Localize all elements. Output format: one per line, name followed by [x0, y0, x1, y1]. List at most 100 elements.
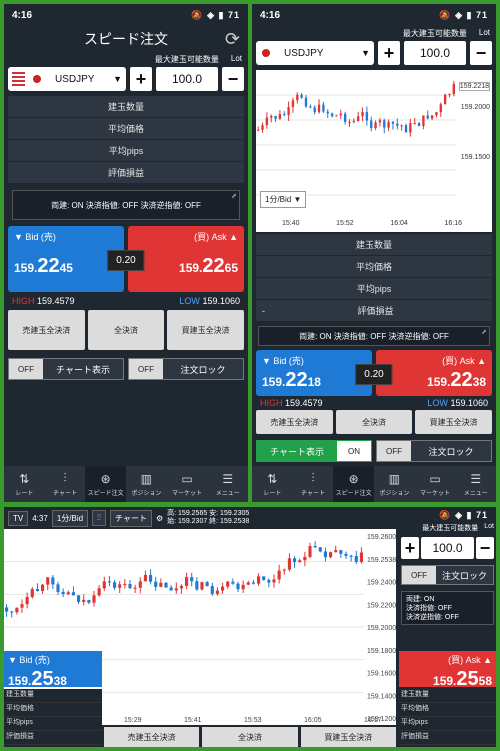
- settlement-notice[interactable]: 両建: ON 決済指値: OFF 決済逆指値: OFF: [401, 591, 494, 625]
- chart-display-toggle[interactable]: OFF チャート表示: [8, 358, 124, 380]
- nav-speed-order[interactable]: ⊛ スピード注文: [333, 466, 375, 502]
- period-select[interactable]: 1分/Bid ▼: [260, 191, 307, 208]
- order-lock-toggle[interactable]: OFF 注文ロック: [376, 440, 492, 462]
- order-lock-toggle[interactable]: OFF 注文ロック: [401, 565, 494, 585]
- order-lock-toggle[interactable]: OFF 注文ロック: [128, 358, 244, 380]
- candle-body: [200, 582, 204, 590]
- settle-sell-all-button[interactable]: 売建玉全決済: [8, 310, 85, 350]
- candle-type-icon[interactable]: ⫶⫶: [92, 510, 107, 526]
- candle-body: [179, 585, 183, 589]
- app-logo-icon[interactable]: TV: [8, 510, 29, 526]
- candle-body: [246, 582, 250, 585]
- candle-body: [164, 582, 168, 588]
- settle-all-button[interactable]: 全決済: [202, 727, 298, 747]
- info-row: 平均pips: [8, 140, 244, 162]
- nav-market[interactable]: ▭ マーケット: [415, 466, 456, 502]
- qty-label-row: 最大建玉可能数量 Lot: [4, 52, 248, 66]
- candle-body: [236, 583, 240, 590]
- refresh-icon[interactable]: ⟳: [225, 29, 240, 50]
- currency-pair-select[interactable]: USDJPY ▼: [8, 67, 126, 91]
- position-info-right: 建玉数量 平均価格 平均pips 評価損益: [399, 689, 496, 745]
- max-qty-label: 最大建玉可能数量: [402, 29, 467, 38]
- settle-sell-all-button[interactable]: 売建玉全決済: [256, 410, 333, 434]
- info-row: 建玉数量: [399, 689, 496, 703]
- qty-minus-button[interactable]: −: [476, 537, 494, 559]
- ask-buy-button[interactable]: (買) Ask ▲ 159.2265: [128, 226, 244, 292]
- nav-chart[interactable]: ⫶ チャート: [293, 466, 334, 502]
- candle-body: [439, 104, 442, 113]
- bid-sell-button[interactable]: ▼ Bid (売) 159.2538: [4, 651, 102, 690]
- candle-body: [25, 596, 29, 605]
- position-info-left: 建玉数量 平均価格 平均pips 評価損益: [4, 689, 102, 745]
- time-tick: 16:05: [304, 717, 322, 724]
- candlestick-chart[interactable]: 159.2218 159.2000 159.1500 1分/Bid ▼: [256, 70, 492, 220]
- settle-sell-all-button[interactable]: 売建玉全決済: [104, 727, 200, 747]
- qty-minus-button[interactable]: −: [470, 41, 492, 65]
- candle-body: [435, 112, 438, 116]
- ask-price: 159.2238: [427, 369, 486, 391]
- nav-rate[interactable]: ⇅ レート: [252, 466, 293, 502]
- chart-icon: ⫶: [63, 471, 67, 485]
- period-select[interactable]: 1分/Bid: [51, 509, 89, 527]
- qty-input[interactable]: 100.0: [404, 41, 466, 65]
- currency-pair-label: USDJPY: [284, 47, 324, 59]
- qty-minus-button[interactable]: −: [222, 67, 244, 91]
- settle-buy-all-button[interactable]: 買建玉全決済: [167, 310, 245, 350]
- ask-buy-button[interactable]: (買) Ask ▲ 159.2238: [376, 350, 492, 396]
- currency-pair-select[interactable]: USDJPY ▼: [256, 41, 374, 65]
- landscape-chart-panel: TV 4:37 1分/Bid ⫶⫶ チャート ⚙ 高: 159.2565 安: …: [4, 507, 496, 747]
- settlement-notice[interactable]: 両建: ON 決済指値: OFF 決済逆指値: OFF ⬈: [12, 190, 240, 220]
- qty-label-row: 最大建玉可能数量 Lot: [252, 26, 496, 40]
- status-bar: 4:16 🔕 ◈ ▮ 71: [252, 4, 496, 26]
- info-row: 建玉数量: [256, 234, 492, 256]
- settle-all-button[interactable]: 全決済: [335, 410, 413, 434]
- candle-body: [291, 100, 295, 108]
- candle-body: [343, 113, 347, 122]
- market-icon: ▭: [429, 471, 441, 486]
- settle-all-button[interactable]: 全決済: [87, 310, 165, 350]
- info-row: - 評価損益: [256, 300, 492, 322]
- speed-order-panel-1: 4:16 🔕 ◈ ▮ 71 スピード注文 ⟳ 最大建玉可能数量 Lot USDJ…: [4, 4, 248, 502]
- us-jp-flag-icon: [260, 46, 278, 60]
- nav-menu[interactable]: ☰ メニュー: [455, 466, 496, 502]
- candle-body: [257, 576, 261, 584]
- candle-body: [149, 574, 153, 582]
- nav-chart[interactable]: ⫶ チャート: [45, 466, 86, 502]
- qty-plus-button[interactable]: +: [378, 41, 400, 65]
- status-bar: 4:16 🔕 ◈ ▮ 71: [4, 4, 248, 26]
- qty-input[interactable]: 100.0: [156, 67, 218, 91]
- qty-input[interactable]: 100.0: [421, 537, 474, 559]
- ask-price: 159.2265: [179, 255, 238, 277]
- candle-body: [304, 97, 308, 107]
- bid-label: ▼ Bid (売): [14, 232, 56, 242]
- candle-body: [391, 121, 395, 124]
- nav-position[interactable]: ▥ ポジション: [126, 466, 167, 502]
- nav-market[interactable]: ▭ マーケット: [167, 466, 208, 502]
- candle-body: [241, 584, 245, 590]
- info-row: 建玉数量: [4, 689, 102, 703]
- settle-buy-all-button[interactable]: 買建玉全決済: [300, 727, 396, 747]
- nav-speed-order[interactable]: ⊛ スピード注文: [85, 466, 127, 502]
- nav-rate[interactable]: ⇅ レート: [4, 466, 45, 502]
- nav-menu[interactable]: ☰ メニュー: [207, 466, 248, 502]
- ask-label: (買) Ask ▲: [194, 232, 238, 242]
- qty-plus-button[interactable]: +: [401, 537, 419, 559]
- settlement-notice[interactable]: 両建: ON 決済指値: OFF 決済逆指値: OFF ⬈: [258, 326, 490, 346]
- chart-display-toggle[interactable]: チャート表示 ON: [256, 440, 372, 462]
- info-row: 平均価格: [256, 256, 492, 278]
- candle-body: [443, 94, 447, 105]
- max-qty-label: 最大建玉可能数量: [154, 55, 219, 64]
- ask-buy-button[interactable]: (買) Ask ▲ 159.2558: [399, 651, 496, 690]
- nav-position[interactable]: ▥ ポジション: [374, 466, 415, 502]
- current-price-tag: 159.2218: [458, 82, 490, 91]
- time-tick: 16:04: [390, 220, 408, 227]
- candle-body: [82, 599, 86, 602]
- y-tick: 159.2000: [367, 625, 396, 632]
- qty-plus-button[interactable]: +: [130, 67, 152, 91]
- settle-buy-all-button[interactable]: 買建玉全決済: [415, 410, 493, 434]
- candle-body: [97, 588, 101, 596]
- toggle-row: チャート表示 ON OFF 注文ロック: [252, 440, 496, 462]
- chart-button[interactable]: チャート: [110, 509, 152, 527]
- settings-gear-icon[interactable]: ⚙: [156, 514, 163, 523]
- y-tick: 159.2538: [367, 557, 396, 564]
